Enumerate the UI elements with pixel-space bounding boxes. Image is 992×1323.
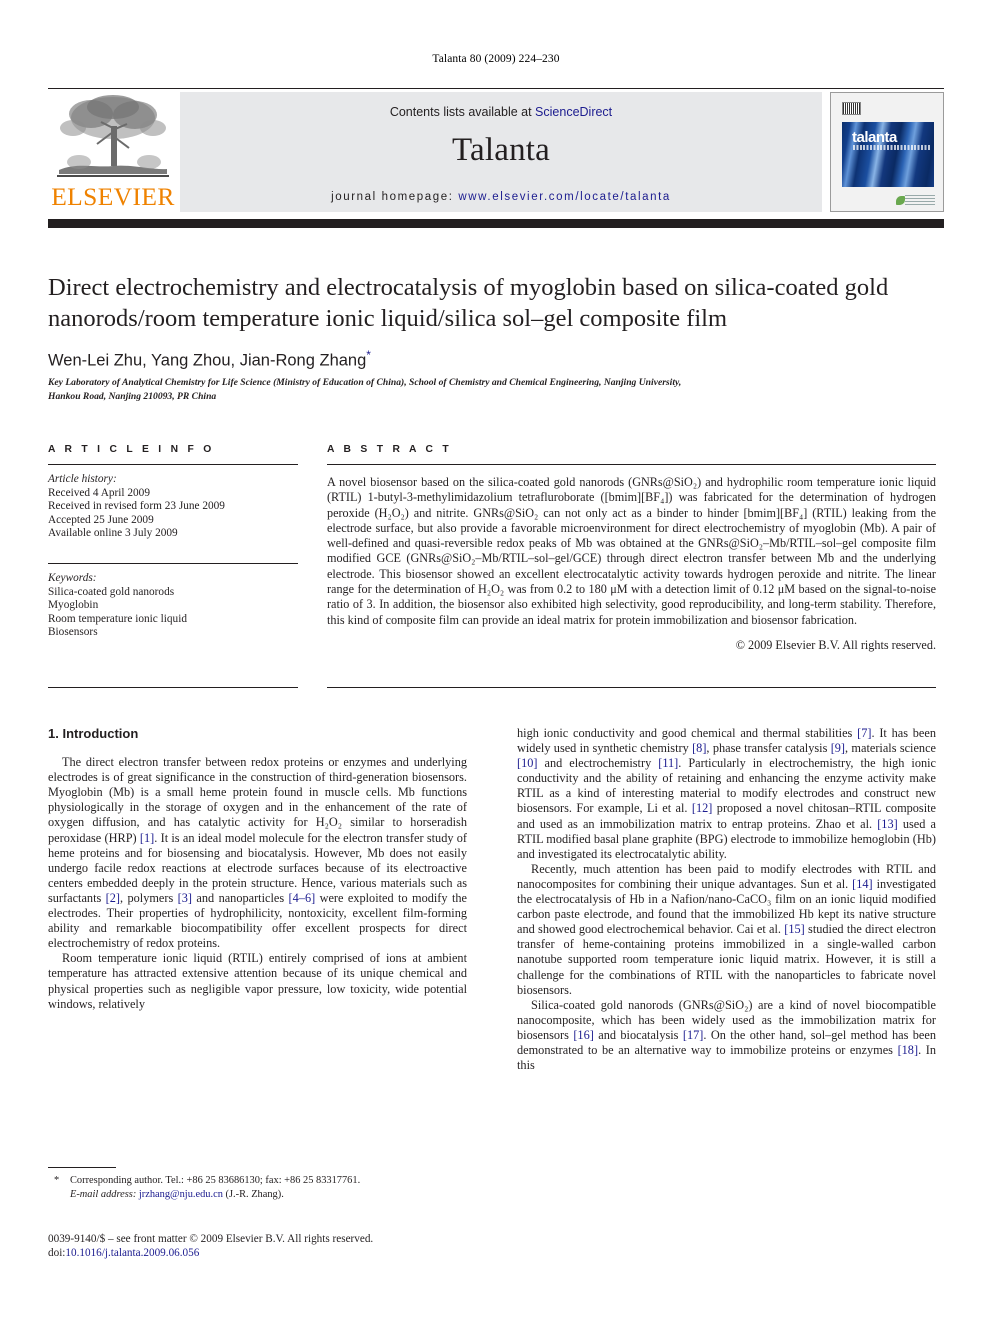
citation-ref[interactable]: [18] bbox=[898, 1043, 919, 1057]
doi-line: doi:10.1016/j.talanta.2009.06.056 bbox=[48, 1246, 478, 1260]
keyword-item: Myoglobin bbox=[48, 599, 99, 612]
citation-ref[interactable]: [10] bbox=[517, 756, 538, 770]
doi-label: doi: bbox=[48, 1247, 66, 1260]
keyword-item: Silica-coated gold nanorods bbox=[48, 585, 175, 598]
abstract-bottom-rule bbox=[327, 687, 936, 688]
citation-ref[interactable]: [11] bbox=[658, 756, 678, 770]
email-link[interactable]: jrzhang@nju.edu.cn bbox=[139, 1189, 223, 1200]
cover-journal-title: talanta bbox=[852, 129, 897, 146]
corresponding-author-note: Corresponding author. Tel.: +86 25 83686… bbox=[70, 1175, 361, 1186]
article-page: Talanta 80 (2009) 224–230 ELSEVIER Conte… bbox=[0, 0, 992, 1323]
running-head: Talanta 80 (2009) 224–230 bbox=[432, 53, 560, 65]
paragraph: Room temperature ionic liquid (RTIL) ent… bbox=[48, 951, 467, 1011]
citation-ref[interactable]: [4–6] bbox=[289, 891, 316, 905]
citation-ref[interactable]: [16] bbox=[573, 1028, 594, 1042]
email-owner: (J.-R. Zhang). bbox=[225, 1188, 284, 1200]
homepage-url-link[interactable]: www.elsevier.com/locate/talanta bbox=[458, 191, 671, 203]
keywords-label: Keywords: bbox=[48, 571, 97, 584]
paragraph: high ionic conductivity and good chemica… bbox=[517, 726, 937, 861]
masthead-divider-bar bbox=[48, 219, 944, 228]
citation-ref[interactable]: [2] bbox=[106, 891, 120, 905]
abstract-rule bbox=[327, 464, 936, 465]
homepage-prefix: journal homepage: bbox=[331, 191, 459, 203]
abstract-text: A novel biosensor based on the silica-co… bbox=[327, 475, 936, 627]
citation-ref[interactable]: [7] bbox=[857, 726, 871, 740]
article-history-block: Article history: Received 4 April 2009 R… bbox=[48, 473, 298, 541]
body-column-left: 1. Introduction The direct electron tran… bbox=[48, 726, 467, 1012]
author-names: Wen-Lei Zhu, Yang Zhou, Jian-Rong Zhang bbox=[48, 351, 367, 370]
affiliation-line-1: Key Laboratory of Analytical Chemistry f… bbox=[48, 377, 682, 388]
keyword-item: Biosensors bbox=[48, 626, 98, 639]
body-column-right: high ionic conductivity and good chemica… bbox=[517, 726, 936, 1073]
info-bottom-rule bbox=[48, 687, 298, 688]
footnote-rule bbox=[48, 1167, 116, 1168]
keywords-block: Keywords: Silica-coated gold nanorods My… bbox=[48, 572, 298, 640]
citation-ref[interactable]: [17] bbox=[683, 1028, 704, 1042]
sciencedirect-link[interactable]: ScienceDirect bbox=[535, 105, 612, 119]
citation-ref[interactable]: [1] bbox=[140, 831, 154, 845]
keywords-rule bbox=[48, 562, 298, 564]
footnote-block: * Corresponding author. Tel.: +86 25 836… bbox=[48, 1174, 467, 1201]
citation-ref[interactable]: [9] bbox=[831, 741, 845, 755]
cover-subtitle-lines bbox=[853, 145, 931, 150]
issn-copyright-line: 0039-9140/$ – see front matter © 2009 El… bbox=[48, 1233, 374, 1245]
article-info-heading: A R T I C L E I N F O bbox=[48, 444, 215, 455]
elsevier-logo: ELSEVIER bbox=[48, 92, 178, 212]
imprint-block: 0039-9140/$ – see front matter © 2009 El… bbox=[48, 1232, 478, 1261]
journal-cover-thumbnail: talanta bbox=[830, 92, 944, 212]
barcode-icon bbox=[842, 102, 861, 115]
abstract-column: A B S T R A C T A novel biosensor based … bbox=[327, 444, 936, 653]
affiliation: Key Laboratory of Analytical Chemistry f… bbox=[48, 376, 858, 403]
paragraph: The direct electron transfer between red… bbox=[48, 755, 467, 951]
elsevier-wordmark: ELSEVIER bbox=[51, 182, 175, 211]
contents-prefix: Contents lists available at bbox=[389, 105, 536, 119]
citation-ref[interactable]: [8] bbox=[692, 741, 706, 755]
elsevier-tree-icon bbox=[57, 95, 169, 177]
journal-homepage-line: journal homepage: www.elsevier.com/locat… bbox=[180, 191, 822, 203]
abstract-heading: A B S T R A C T bbox=[327, 444, 453, 455]
article-info-column: A R T I C L E I N F O Article history: R… bbox=[48, 444, 298, 640]
section-heading-introduction: 1. Introduction bbox=[48, 726, 139, 741]
email-label: E-mail address: bbox=[70, 1188, 137, 1200]
footnote-marker: * bbox=[54, 1175, 60, 1186]
page-title: Direct electrochemistry and electrocatal… bbox=[48, 274, 889, 332]
author-list: Wen-Lei Zhu, Yang Zhou, Jian-Rong Zhang* bbox=[48, 348, 936, 371]
email-note: E-mail address: jrzhang@nju.edu.cn (J.-R… bbox=[48, 1188, 467, 1202]
doi-link[interactable]: 10.1016/j.talanta.2009.06.056 bbox=[65, 1247, 199, 1259]
masthead-band: Contents lists available at ScienceDirec… bbox=[180, 92, 822, 212]
article-history-label: Article history: bbox=[48, 473, 117, 485]
history-item: Received 4 April 2009 bbox=[48, 486, 150, 499]
journal-title: Talanta bbox=[451, 132, 551, 168]
history-item: Accepted 25 June 2009 bbox=[48, 513, 154, 526]
keyword-item: Room temperature ionic liquid bbox=[48, 612, 187, 625]
corresponding-author-marker: * bbox=[366, 348, 371, 362]
history-item: Available online 3 July 2009 bbox=[48, 527, 178, 540]
citation-ref[interactable]: [14] bbox=[852, 877, 873, 891]
contents-available-line: Contents lists available at ScienceDirec… bbox=[180, 105, 822, 119]
paragraph: Recently, much attention has been paid t… bbox=[517, 861, 936, 997]
paragraph: Silica-coated gold nanorods (GNRs@SiO₂) … bbox=[517, 997, 936, 1073]
cover-footer-mark bbox=[905, 194, 935, 205]
affiliation-line-2: Hankou Road, Nanjing 210093, PR China bbox=[48, 390, 217, 402]
abstract-copyright: © 2009 Elsevier B.V. All rights reserved… bbox=[735, 637, 936, 652]
citation-ref[interactable]: [3] bbox=[178, 891, 192, 905]
journal-masthead: ELSEVIER Contents lists available at Sci… bbox=[48, 88, 944, 212]
article-info-rule bbox=[48, 464, 298, 465]
history-item: Received in revised form 23 June 2009 bbox=[48, 500, 225, 513]
citation-ref[interactable]: [12] bbox=[692, 801, 713, 815]
citation-ref[interactable]: [13] bbox=[877, 817, 898, 831]
citation-ref[interactable]: [15] bbox=[784, 922, 805, 936]
